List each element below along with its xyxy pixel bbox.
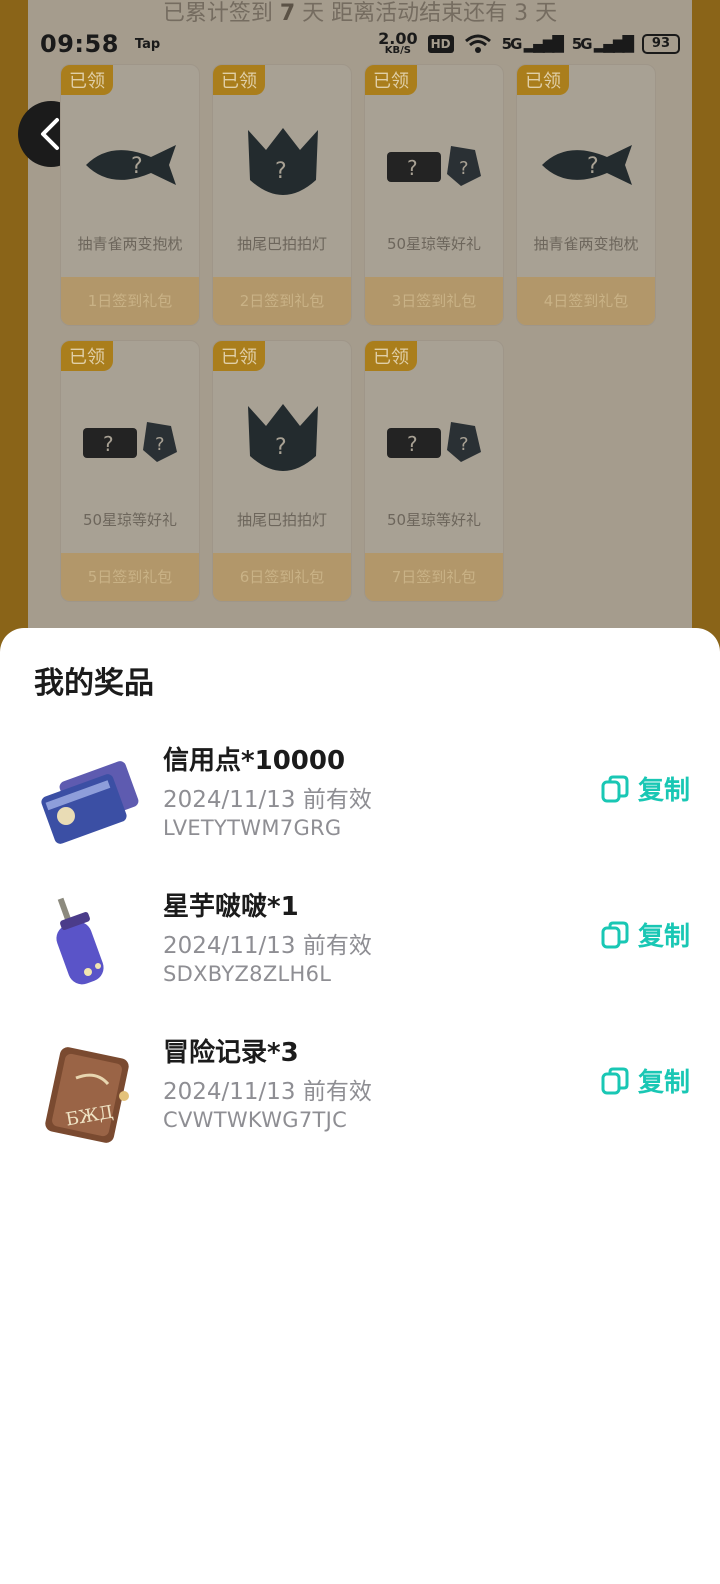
prize-name: 星芋啵啵*1 [163, 892, 299, 922]
svg-text:?: ? [459, 434, 469, 455]
fox-icon: ? [233, 391, 333, 491]
prize-code: CVWTWKWG7TJC [163, 1108, 348, 1132]
prize-name: 冒险记录*3 [163, 1038, 299, 1068]
reward-footer: 3日签到礼包 [365, 277, 503, 325]
bottle-icon [36, 894, 144, 1002]
prize-code: LVETYTWM7GRG [163, 816, 342, 840]
copy-icon [601, 1067, 629, 1094]
credit-card-icon [36, 748, 144, 856]
prize-expiry: 2024/11/13 前有效 [163, 1079, 372, 1105]
reward-footer: 4日签到礼包 [517, 277, 655, 325]
copy-button[interactable]: 复制 [600, 916, 690, 953]
gem-icon: ?? [385, 391, 485, 491]
reward-name: 抽尾巴拍拍灯 [236, 511, 327, 529]
reward-card-3: 已领 ?? 50星琼等好礼 3日签到礼包 [364, 64, 504, 326]
reward-name: 抽尾巴拍拍灯 [236, 235, 327, 253]
reward-card-2: 已领 ? 抽尾巴拍拍灯 2日签到礼包 [212, 64, 352, 326]
reward-footer: 1日签到礼包 [61, 277, 199, 325]
reward-card-7: 已领 ?? 50星琼等好礼 7日签到礼包 [364, 340, 504, 602]
prize-item-3: БЖД 冒险记录*3 2024/11/13 前有效 CVWTWKWG7TJC 复… [0, 1032, 720, 1162]
copy-button[interactable]: 复制 [600, 770, 690, 807]
copy-icon [601, 921, 629, 948]
battery-icon: 93 [641, 34, 680, 54]
svg-text:?: ? [275, 159, 287, 184]
reward-footer: 7日签到礼包 [365, 553, 503, 601]
copy-button[interactable]: 复制 [600, 1062, 690, 1099]
book-icon: БЖД [36, 1040, 144, 1148]
svg-text:?: ? [155, 434, 165, 455]
claimed-tag: 已领 [365, 65, 417, 95]
svg-text:?: ? [131, 154, 143, 179]
fox-icon: ? [233, 115, 333, 215]
svg-text:?: ? [103, 432, 114, 456]
fish-icon: ? [537, 115, 637, 215]
reward-name: 抽青雀两变抱枕 [77, 235, 183, 253]
copy-icon [601, 775, 629, 802]
copy-label: 复制 [637, 776, 690, 806]
reward-footer: 5日签到礼包 [61, 553, 199, 601]
hd-icon: HD [427, 35, 454, 53]
net-speed: 2.00 KB/S [378, 31, 417, 56]
prize-item-2: 星芋啵啵*1 2024/11/13 前有效 SDXBYZ8ZLH6L 复制 [0, 886, 720, 1016]
summary-suffix: 天 距离活动结束还有 3 天 [302, 1, 558, 26]
signal-icon-1: 5G ▂▄▆█ [501, 35, 564, 53]
wifi-icon [464, 34, 491, 53]
svg-text:?: ? [459, 158, 469, 179]
prize-code: SDXBYZ8ZLH6L [163, 962, 332, 986]
summary-prefix: 已累计签到 [162, 1, 273, 26]
svg-text:?: ? [275, 435, 287, 460]
my-prizes-sheet: 我的奖品 信用点*10000 2024/11/13 前有效 LVETYTWM7G… [0, 628, 720, 1584]
claimed-tag: 已领 [213, 65, 265, 95]
svg-text:?: ? [407, 432, 418, 456]
fish-icon: ? [81, 115, 181, 215]
prize-name: 信用点*10000 [163, 746, 346, 776]
summary-days: 7 [279, 1, 296, 26]
reward-name: 抽青雀两变抱枕 [533, 235, 639, 253]
reward-card-4: 已领 ? 抽青雀两变抱枕 4日签到礼包 [516, 64, 656, 326]
reward-card-5: 已领 ?? 50星琼等好礼 5日签到礼包 [60, 340, 200, 602]
prize-expiry: 2024/11/13 前有效 [163, 787, 372, 813]
reward-name: 50星琼等好礼 [82, 511, 178, 529]
status-time: 09:58 [40, 30, 119, 58]
svg-text:?: ? [587, 154, 599, 179]
reward-name: 50星琼等好礼 [386, 235, 482, 253]
claimed-tag: 已领 [213, 341, 265, 371]
gem-icon: ?? [81, 391, 181, 491]
status-bar: 09:58 Tap 2.00 KB/S HD 5G ▂▄▆█ 5G ▂▄▆█ 9… [0, 24, 720, 64]
copy-label: 复制 [637, 1068, 690, 1098]
claimed-tag: 已领 [61, 341, 113, 371]
sheet-title: 我的奖品 [34, 666, 154, 701]
status-app-badge: Tap [134, 36, 161, 52]
prize-expiry: 2024/11/13 前有效 [163, 933, 372, 959]
reward-name: 50星琼等好礼 [386, 511, 482, 529]
reward-footer: 2日签到礼包 [213, 277, 351, 325]
claimed-tag: 已领 [61, 65, 113, 95]
status-right: 2.00 KB/S HD 5G ▂▄▆█ 5G ▂▄▆█ 93 [378, 31, 680, 56]
reward-card-6: 已领 ? 抽尾巴拍拍灯 6日签到礼包 [212, 340, 352, 602]
svg-text:?: ? [407, 156, 418, 180]
reward-card-1: 已领 ? 抽青雀两变抱枕 1日签到礼包 [60, 64, 200, 326]
signal-icon-2: 5G ▂▄▆█ [571, 35, 634, 53]
copy-label: 复制 [637, 922, 690, 952]
claimed-tag: 已领 [365, 341, 417, 371]
prize-item-1: 信用点*10000 2024/11/13 前有效 LVETYTWM7GRG 复制 [0, 740, 720, 870]
reward-footer: 6日签到礼包 [213, 553, 351, 601]
claimed-tag: 已领 [517, 65, 569, 95]
gem-icon: ?? [385, 115, 485, 215]
